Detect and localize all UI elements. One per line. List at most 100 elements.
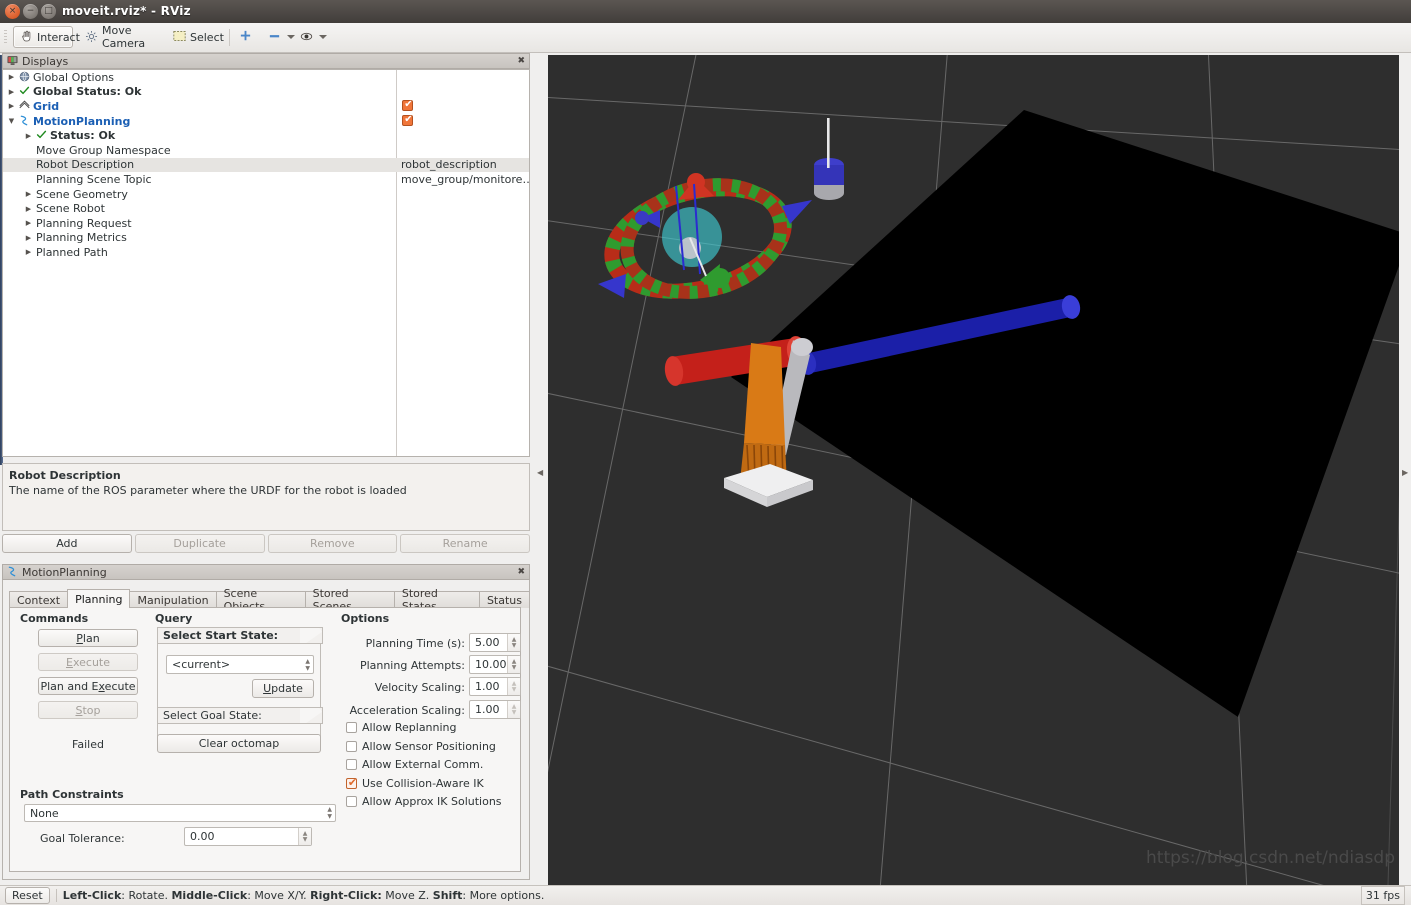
- tool-interact-label: Interact: [37, 30, 80, 44]
- accordion-notch: [300, 628, 322, 643]
- update-button[interactable]: Update: [252, 679, 314, 698]
- chevron-right-icon[interactable]: ▶: [24, 190, 33, 198]
- clear-octomap-button[interactable]: Clear octomap: [157, 734, 321, 753]
- chevron-right-icon[interactable]: ▶: [24, 132, 33, 140]
- display-enable-checkbox[interactable]: [402, 99, 414, 112]
- option-checkbox-allow-sensor-positioning[interactable]: Allow Sensor Positioning: [346, 740, 496, 753]
- tool-interact[interactable]: Interact: [13, 26, 80, 48]
- chevron-right-icon[interactable]: ▶: [7, 102, 16, 110]
- command-status-label: Failed: [72, 738, 104, 751]
- window-controls: × − □: [5, 4, 56, 19]
- tab-manipulation[interactable]: Manipulation: [129, 591, 217, 608]
- motionplanning-panel-header: MotionPlanning ✖: [2, 564, 530, 580]
- tab-planning[interactable]: Planning: [67, 589, 131, 608]
- tab-status[interactable]: Status: [478, 591, 530, 608]
- reset-button[interactable]: Reset: [5, 887, 50, 904]
- chevron-right-icon[interactable]: ▶: [7, 88, 16, 96]
- option-checkbox-allow-approx-ik-solutions[interactable]: Allow Approx IK Solutions: [346, 795, 502, 808]
- display-row-move-group-namespace[interactable]: Move Group Namespace: [3, 143, 529, 158]
- option-spinbox-planning-time-s[interactable]: 5.00 ▲ ▼: [469, 633, 521, 652]
- path-constraints-combo[interactable]: None ▲ ▼: [24, 804, 336, 822]
- maximize-button[interactable]: □: [41, 4, 56, 19]
- spinbox-arrows[interactable]: ▲ ▼: [507, 678, 520, 695]
- option-spinbox-acceleration-scaling[interactable]: 1.00 ▲ ▼: [469, 700, 521, 719]
- plan-and-execute-button[interactable]: Plan and Execute: [38, 677, 138, 695]
- chevron-right-icon[interactable]: ▶: [24, 219, 33, 227]
- collapse-right-icon[interactable]: ▶: [1402, 468, 1408, 477]
- display-row-robot-description[interactable]: Robot Description robot_description: [3, 157, 529, 173]
- checkbox-checked-icon[interactable]: [346, 776, 358, 789]
- display-enable-checkbox[interactable]: [402, 114, 414, 126]
- goal-tolerance-spinbox[interactable]: 0.00 ▲ ▼: [184, 827, 312, 846]
- display-row-status-ok[interactable]: ▶ Status: Ok: [3, 128, 529, 143]
- checkbox-unchecked-icon[interactable]: [346, 722, 357, 733]
- right-splitter[interactable]: ▶: [1399, 55, 1411, 885]
- option-checkbox-allow-replanning[interactable]: Allow Replanning: [346, 721, 457, 734]
- checkbox-unchecked-icon[interactable]: [346, 740, 357, 752]
- tab-scene-objects[interactable]: Scene Objects: [215, 587, 306, 613]
- query-section-title: Query: [155, 612, 193, 625]
- spinbox-arrows[interactable]: ▲ ▼: [507, 634, 520, 651]
- chevron-down-icon[interactable]: ▼: [7, 117, 16, 125]
- tool-move-camera[interactable]: Move Camera: [79, 24, 161, 50]
- tool-plus[interactable]: [236, 26, 254, 48]
- display-row-scene-robot[interactable]: ▶ Scene Robot: [3, 201, 529, 216]
- close-button[interactable]: ×: [5, 4, 20, 19]
- display-row-global-status-ok[interactable]: ▶ Global Status: Ok: [3, 85, 529, 100]
- option-checkbox-use-collision-aware-ik[interactable]: Use Collision-Aware IK: [346, 776, 484, 790]
- display-row-value[interactable]: robot_description: [396, 158, 497, 171]
- motionplanning-close-icon[interactable]: ✖: [517, 567, 525, 577]
- display-row-grid[interactable]: ▶ Grid: [3, 99, 529, 114]
- tool-focus[interactable]: [294, 26, 327, 48]
- left-splitter[interactable]: ◀: [533, 55, 547, 885]
- tab-stored-scenes[interactable]: Stored Scenes: [304, 587, 395, 613]
- display-row-planning-metrics[interactable]: ▶ Planning Metrics: [3, 231, 529, 246]
- plan-button[interactable]: Plan: [38, 629, 138, 647]
- minimize-button[interactable]: −: [23, 4, 38, 19]
- display-row-planning-request[interactable]: ▶ Planning Request: [3, 216, 529, 231]
- option-spinbox-velocity-scaling[interactable]: 1.00 ▲ ▼: [469, 677, 521, 696]
- start-state-combo[interactable]: <current> ▲ ▼: [166, 655, 314, 674]
- display-row-planned-path[interactable]: ▶ Planned Path: [3, 245, 529, 260]
- render-view-3d[interactable]: https://blog.csdn.net/ndiasdp: [548, 55, 1399, 885]
- option-checkbox-allow-external-comm[interactable]: Allow External Comm.: [346, 758, 483, 771]
- tab-context[interactable]: Context: [9, 591, 69, 608]
- select-rectangle-icon: [173, 30, 186, 44]
- spinbox-arrows[interactable]: ▲ ▼: [507, 701, 520, 718]
- displays-close-icon[interactable]: ✖: [517, 56, 525, 66]
- tool-select[interactable]: Select: [167, 26, 224, 48]
- tool-minus[interactable]: [262, 26, 295, 48]
- displays-tree[interactable]: ▶ Global Options ▶ Global Status: Ok ▶ Grid ▼ M…: [2, 69, 530, 457]
- chevron-right-icon[interactable]: ▶: [24, 205, 33, 213]
- display-row-planning-scene-topic[interactable]: Planning Scene Topic move_group/monitore…: [3, 172, 529, 187]
- toolbar-grip[interactable]: [4, 30, 7, 45]
- hint-key: Left-Click: [62, 889, 122, 902]
- checkbox-unchecked-icon[interactable]: [346, 796, 357, 808]
- chevron-down-icon[interactable]: [319, 35, 327, 39]
- chevron-right-icon[interactable]: ▶: [24, 234, 33, 242]
- display-row-global-options[interactable]: ▶ Global Options: [3, 70, 529, 85]
- checkbox-unchecked-icon[interactable]: [346, 759, 357, 771]
- combo-spinner-icon[interactable]: ▲ ▼: [327, 807, 332, 820]
- display-row-motionplanning[interactable]: ▼ MotionPlanning: [3, 114, 529, 129]
- tab-stored-states[interactable]: Stored States: [393, 587, 480, 613]
- add-button[interactable]: Add: [2, 534, 132, 553]
- option-spinbox-planning-attempts[interactable]: 10.00 ▲ ▼: [469, 655, 521, 674]
- combo-spinner-icon[interactable]: ▲ ▼: [305, 658, 310, 671]
- display-action-buttons: Add Duplicate Remove Rename: [2, 534, 530, 553]
- chevron-right-icon[interactable]: ▶: [7, 73, 16, 81]
- window-title: moveit.rviz* - RViz: [62, 4, 191, 18]
- hand-cursor-icon: [20, 30, 33, 45]
- select-goal-state-header[interactable]: Select Goal State:: [157, 707, 323, 724]
- chevron-right-icon[interactable]: ▶: [24, 248, 33, 256]
- spinbox-arrows[interactable]: ▲ ▼: [298, 828, 311, 845]
- displays-panel-title: Displays: [22, 54, 69, 68]
- checkbox-label: Allow Replanning: [362, 721, 457, 734]
- spinbox-arrows[interactable]: ▲ ▼: [507, 656, 520, 673]
- display-row-value[interactable]: move_group/monitore…: [396, 173, 529, 186]
- collapse-left-icon[interactable]: ◀: [537, 468, 543, 477]
- display-row-scene-geometry[interactable]: ▶ Scene Geometry: [3, 187, 529, 202]
- spinbox-value: 5.00: [475, 636, 500, 649]
- toolbar-separator: [229, 29, 230, 46]
- select-start-state-header[interactable]: Select Start State:: [157, 627, 323, 644]
